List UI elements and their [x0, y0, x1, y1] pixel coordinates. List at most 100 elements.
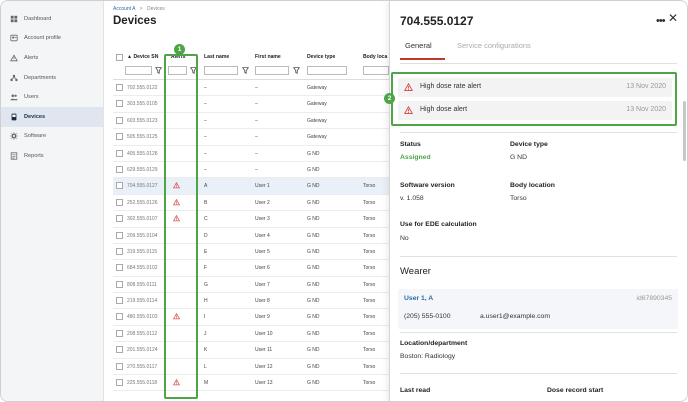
sidebar-item-label: Account profile — [24, 35, 62, 42]
device-sn-cell[interactable]: 219.555.0114 — [127, 298, 157, 304]
device-sn-cell[interactable]: 302.555.0107 — [127, 216, 158, 222]
tab-general[interactable]: General — [405, 41, 432, 50]
row-checkbox[interactable] — [116, 100, 123, 108]
tab-service-configurations[interactable]: Service configurations — [457, 41, 531, 50]
row-checkbox[interactable] — [116, 149, 123, 157]
sidebar-item-software[interactable]: Software — [1, 127, 103, 147]
row-checkbox[interactable] — [116, 280, 123, 288]
table-row[interactable]: 319.555.0115 E User 5 G ND Torso — [113, 244, 389, 261]
more-options-icon[interactable]: ••• — [656, 15, 666, 27]
funnel-icon[interactable] — [155, 67, 162, 74]
callout-badge-1: 1 — [174, 44, 185, 55]
last-name-cell: – — [204, 101, 207, 108]
sidebar-item-account-profile[interactable]: Account profile — [1, 29, 103, 49]
row-checkbox[interactable] — [116, 231, 123, 239]
device-type-cell: G ND — [307, 166, 320, 173]
table-row[interactable]: 209.555.0104 D User 4 G ND Torso — [113, 228, 389, 244]
table-row[interactable]: 270.555.0117 L User 12 G ND Torso — [113, 359, 389, 376]
table-row[interactable]: 629.555.0129 – – G ND — [113, 162, 389, 179]
filter-input-body-location[interactable] — [363, 66, 389, 75]
filter-input-first-name[interactable] — [255, 66, 289, 75]
sidebar-item-reports[interactable]: Reports — [1, 146, 103, 166]
table-row[interactable]: 302.555.0107 C User 3 G ND Torso — [113, 211, 389, 228]
body-location-cell: Torso — [363, 199, 376, 206]
table-row[interactable]: 201.555.0124 K User 11 G ND Torso — [113, 342, 389, 359]
device-sn-cell[interactable]: 208.555.0112 — [127, 331, 157, 337]
row-checkbox[interactable] — [116, 133, 123, 141]
device-sn-cell[interactable]: 704.555.0127 — [127, 183, 158, 189]
table-row[interactable]: 480.555.0103 I User 9 G ND Torso — [113, 309, 389, 326]
select-all-checkbox[interactable] — [116, 54, 123, 61]
device-sn-cell[interactable]: 603.555.0123 — [127, 118, 158, 124]
device-sn-cell[interactable]: 201.555.0124 — [127, 347, 158, 353]
device-sn-cell[interactable]: 303.555.0105 — [127, 101, 158, 107]
row-checkbox[interactable] — [116, 215, 123, 223]
table-row[interactable]: 603.555.0123 – – Gateway — [113, 113, 389, 130]
row-checkbox[interactable] — [116, 84, 123, 91]
sidebar-item-departments[interactable]: Departments — [1, 68, 103, 88]
device-type-cell: Gateway — [307, 101, 327, 108]
divider — [400, 332, 677, 333]
table-row[interactable]: 808.555.0111 G User 7 G ND Torso — [113, 277, 389, 294]
device-sn-cell[interactable]: 684.555.0102 — [127, 265, 158, 271]
row-checkbox[interactable] — [116, 362, 123, 370]
row-checkbox[interactable] — [116, 346, 123, 354]
breadcrumb-account-link[interactable]: Account A — [113, 6, 135, 12]
row-checkbox[interactable] — [116, 116, 123, 124]
device-sn-cell[interactable]: 225.555.0118 — [127, 380, 157, 386]
sidebar-item-users[interactable]: Users — [1, 87, 103, 107]
sidebar-item-devices[interactable]: Devices — [1, 106, 103, 127]
row-checkbox[interactable] — [116, 247, 123, 255]
row-checkbox[interactable] — [116, 264, 123, 272]
table-row[interactable]: 702.555.0122 – – Gateway — [113, 80, 389, 97]
device-sn-cell[interactable]: 405.555.0128 — [127, 151, 158, 157]
breadcrumb: Account A > Devices — [113, 6, 165, 12]
last-name-cell: K — [204, 347, 208, 354]
alert-item[interactable]: High dose rate alert 13 Nov 2020 — [398, 78, 672, 97]
funnel-icon[interactable] — [242, 67, 249, 74]
close-icon[interactable]: ✕ — [668, 11, 678, 25]
table-row[interactable]: 252.555.0126 B User 2 G ND Torso — [113, 195, 389, 212]
column-header-device-sn[interactable]: ▲ Device SN — [127, 54, 158, 60]
device-sn-cell[interactable]: 209.555.0104 — [127, 233, 158, 239]
table-row[interactable]: 405.555.0128 – – G ND — [113, 146, 389, 162]
column-header-device-type[interactable]: Device type — [307, 54, 335, 60]
wearer-name-link[interactable]: User 1, A — [404, 295, 433, 302]
body-location-cell: Torso — [363, 298, 376, 305]
filter-input-device-type[interactable] — [307, 66, 347, 75]
table-row[interactable]: 208.555.0112 J User 10 G ND Torso — [113, 326, 389, 343]
table-row[interactable]: 303.555.0105 – – Gateway — [113, 96, 389, 113]
device-sn-cell[interactable]: 505.555.0125 — [127, 134, 158, 140]
row-checkbox[interactable] — [116, 313, 123, 321]
last-read-label: Last read — [400, 387, 431, 394]
device-sn-cell[interactable]: 629.555.0129 — [127, 167, 158, 173]
row-checkbox[interactable] — [116, 182, 123, 190]
row-checkbox[interactable] — [116, 198, 123, 206]
row-checkbox[interactable] — [116, 297, 123, 305]
device-sn-cell[interactable]: 480.555.0103 — [127, 314, 158, 320]
filter-input-last-name[interactable] — [204, 66, 238, 75]
row-checkbox[interactable] — [116, 329, 123, 337]
row-checkbox[interactable] — [116, 165, 123, 173]
table-row[interactable]: 704.555.0127 A User 1 G ND Torso — [113, 178, 389, 195]
device-sn-cell[interactable]: 808.555.0111 — [127, 282, 157, 288]
funnel-icon[interactable] — [293, 67, 300, 74]
sidebar-item-dashboard[interactable]: Dashboard — [1, 9, 103, 29]
device-sn-cell[interactable]: 319.555.0115 — [127, 249, 157, 255]
table-row[interactable]: 505.555.0125 – – Gateway — [113, 129, 389, 146]
panel-scrollbar[interactable] — [683, 101, 686, 161]
alert-item[interactable]: High dose alert 13 Nov 2020 — [398, 101, 672, 120]
row-checkbox[interactable] — [116, 379, 123, 387]
column-header-last-name[interactable]: Last name — [204, 54, 229, 60]
column-header-body-location[interactable]: Body loca — [363, 54, 387, 60]
table-row[interactable]: 684.555.0102 F User 6 G ND Torso — [113, 260, 389, 277]
device-sn-cell[interactable]: 270.555.0117 — [127, 364, 157, 370]
device-sn-cell[interactable]: 252.555.0126 — [127, 200, 158, 206]
filter-input-sn[interactable] — [125, 66, 152, 75]
sidebar-item-alerts[interactable]: Alerts — [1, 48, 103, 68]
table-row[interactable]: 219.555.0114 H User 8 G ND Torso — [113, 293, 389, 310]
column-header-first-name[interactable]: First name — [255, 54, 281, 60]
device-sn-cell[interactable]: 702.555.0122 — [127, 85, 158, 91]
body-location-cell: Torso — [363, 347, 376, 354]
table-row[interactable]: 225.555.0118 M User 13 G ND Torso — [113, 375, 389, 392]
